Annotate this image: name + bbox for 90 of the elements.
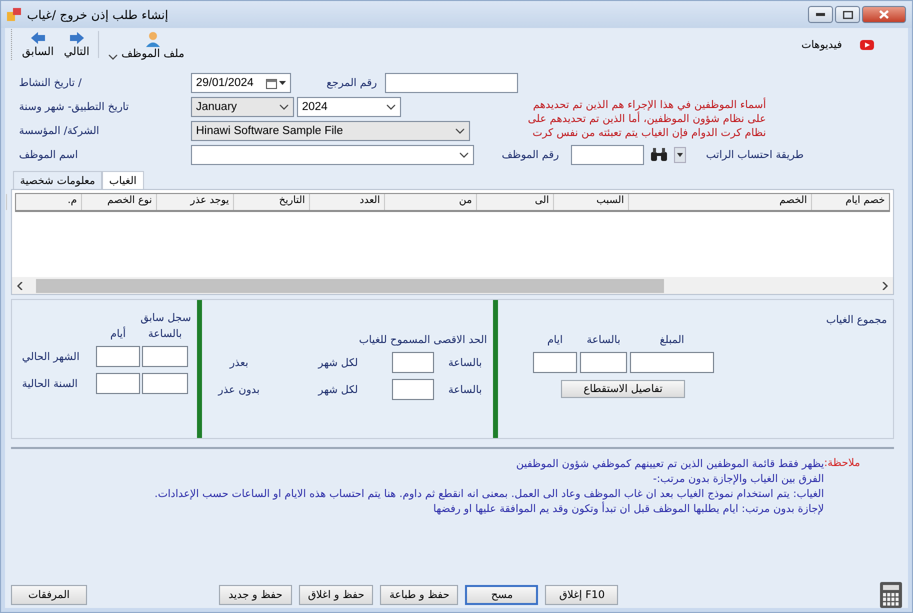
unit-label: بالساعة [447,384,482,396]
input-field[interactable] [142,373,188,394]
input-field[interactable] [580,352,627,373]
row-label: بعذر [228,356,250,368]
employee-number-field[interactable] [571,145,644,165]
video-play-icon[interactable] [860,40,874,50]
column-label: بالساعة [147,328,183,340]
notes-label: ملاحظة: [824,457,862,471]
action-button[interactable]: حفظ و جديد [219,585,292,605]
row-label: بدون عذر [216,384,261,396]
date-picker[interactable]: 29/01/2024 [191,73,291,93]
close-button[interactable] [862,6,906,23]
binoculars-icon[interactable] [650,148,668,162]
window-title: إنشاء طلب إذن خروج /غياب [27,8,168,22]
maximize-icon [842,10,852,18]
column-header: خصم ايام [811,194,889,210]
column-header: العدد [309,194,384,210]
column-label: المبلغ [658,334,686,346]
input-field[interactable] [96,346,140,367]
left-arrow-icon [30,31,46,45]
employee-file-button[interactable]: ملف الموظف [104,29,188,60]
dropdown-icon [455,128,465,134]
action-button[interactable]: حفظ و طباعة [380,585,458,605]
close-icon [879,10,889,19]
group-title: مجموع الغياب [825,314,887,326]
column-header: يوجد عذر [156,194,233,210]
row-label: الشهر الحالي [22,350,80,362]
back-button[interactable]: السابق [18,29,58,60]
maximize-button[interactable] [835,6,860,23]
input-field[interactable] [533,352,577,373]
input-field[interactable] [392,352,434,373]
horizontal-scrollbar[interactable] [12,277,893,294]
column-label: بالساعة [586,334,622,346]
field-label: الشركة/ المؤسسة [19,125,100,137]
person-icon [144,31,161,47]
reference-field[interactable] [385,73,518,93]
column-label: أيام [109,328,127,340]
row-label: السنة الحالية [22,378,79,390]
scroll-left-icon[interactable] [17,282,23,290]
column-header: الى [476,194,553,210]
caret-icon [108,54,118,60]
minimize-icon [816,13,825,16]
column-header: الخصم [628,194,811,210]
input-field[interactable] [630,352,714,373]
month-dropdown[interactable]: January [191,97,294,117]
right-arrow-icon [68,31,85,45]
column-label: ايام [546,334,564,346]
employee-name-dropdown[interactable] [191,145,474,165]
year-dropdown[interactable]: 2024 [297,97,401,117]
warning-text: أسماء الموظفين في هذا الإجراء هم الذين تم تحديدهم على نظام شؤون الموظفين، أما الذين تم تحديدهم على نظام كرت الدوام فإن الغياب يتم تعبئته من نفس كرت [526,96,766,140]
action-button[interactable]: F10 إغلاق [545,585,618,605]
tab[interactable]: معلومات شخصية [13,171,102,189]
tab[interactable]: الغياب [102,171,144,190]
field-label: اسم الموظف [19,149,79,161]
column-header: من [384,194,476,210]
calendar-icon [266,78,277,88]
app-icon [7,8,21,21]
unit-label: بالساعة [447,356,482,368]
field-label: رقم المرجع [326,77,377,89]
input-field[interactable] [96,373,140,394]
column-header: التاريخ [233,194,309,210]
dropdown-icon [459,152,469,158]
deduction-details-button[interactable]: تفاصيل الاستقطاع [561,380,685,398]
dropdown-icon[interactable] [674,147,686,163]
period-label: لكل شهر [316,384,358,396]
field-label: تاريخ التطبيق- شهر وسنة [19,101,130,113]
dropdown-icon [386,104,396,110]
field-label: / تاريخ النشاط [19,77,83,89]
videos-link[interactable]: فيديوهات [801,38,842,50]
dropdown-icon [279,104,289,110]
column-header: السبب [553,194,628,210]
attachments-button[interactable]: المرفقات [11,585,87,605]
column-header: م. [6,194,81,210]
group-title: الحد الاقصى المسموح للغياب [358,334,487,346]
column-header: نوع الخصم [81,194,156,210]
minimize-button[interactable] [808,6,833,23]
field-label: رقم الموظف [500,149,559,161]
group-title: سجل سابق [139,312,191,324]
action-button[interactable]: حفظ و اغلاق [299,585,374,605]
input-field[interactable] [142,346,188,367]
dropdown-icon [279,81,286,85]
calculator-icon[interactable] [880,582,902,608]
input-field[interactable] [392,379,434,400]
scroll-right-icon[interactable] [882,282,888,290]
next-button[interactable]: التالي [60,29,94,60]
period-label: لكل شهر [316,356,358,368]
notes-text: يظهر فقط قائمة الموظفين الذين تم تعيينهم كموظفي شؤون الموظفين الفرق بين الغياب والإجازة بدون مرتب:- الغياب: يتم استخدام نموذج الغياب بعد ان غاب الموظف وعاد الى العمل. بمعنى انه انقطع ثم داوم. هنا يتم احتساب هذه الايام او الساعات حسب الإعدادات. لإجازة بدون مرتب: ايام يطلبها الموظف قبل ان تبدأ وتكون وقد يم الموافقة عليها او رفضها [154,457,824,517]
field-label: طريقة احتساب الراتب [706,149,804,161]
action-button[interactable]: مسح [465,585,538,605]
company-dropdown[interactable]: Hinawi Software Sample File [191,121,470,141]
